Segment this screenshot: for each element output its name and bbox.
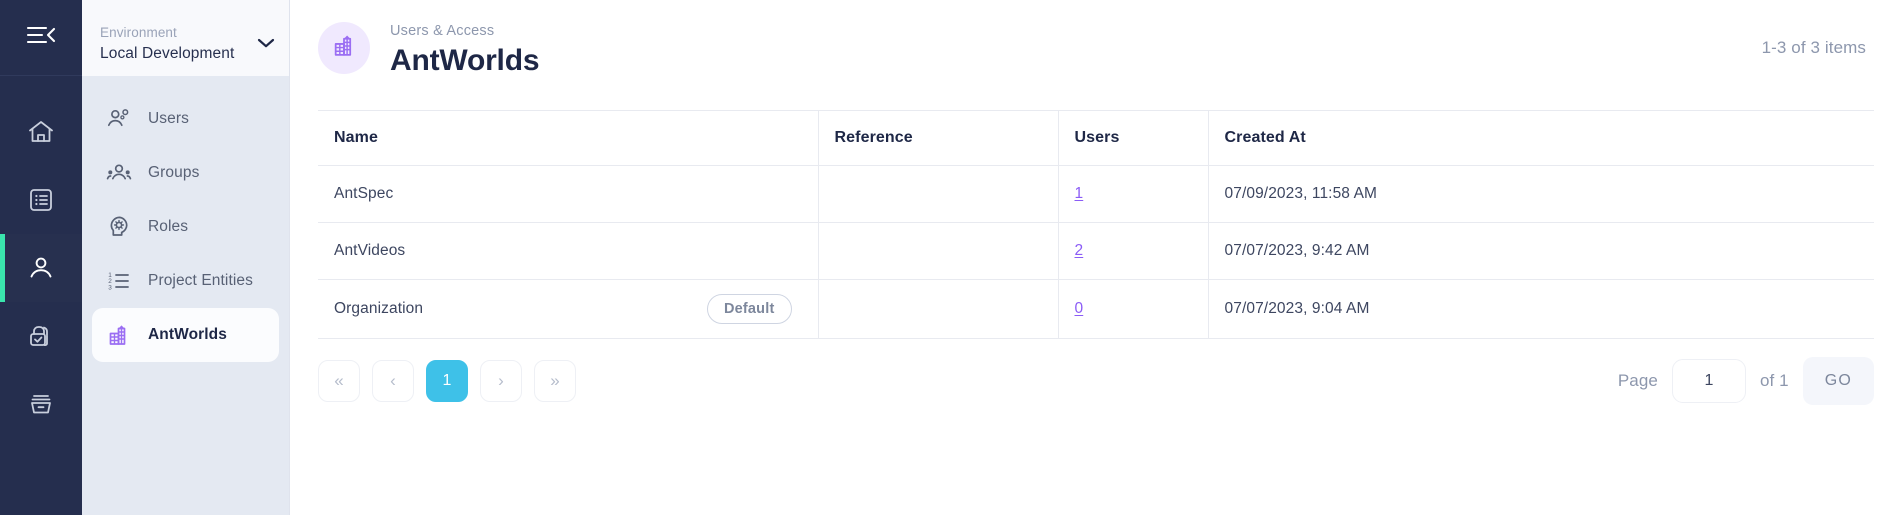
lock-check-icon [27, 322, 55, 350]
numbered-list-icon: 1 2 3 [106, 268, 132, 294]
cell-created-at: 07/07/2023, 9:04 AM [1208, 279, 1874, 339]
column-header-reference[interactable]: Reference [818, 110, 1059, 166]
rail-item-catalog[interactable] [0, 166, 82, 234]
cell-created-at: 07/09/2023, 11:58 AM [1208, 165, 1874, 223]
cell-users: 2 [1058, 222, 1209, 280]
cell-created-at: 07/07/2023, 9:42 AM [1208, 222, 1874, 280]
rail-item-home[interactable] [0, 98, 82, 166]
column-header-created-at[interactable]: Created At [1208, 110, 1874, 166]
cell-users: 1 [1058, 165, 1209, 223]
item-count: 1-3 of 3 items [1761, 38, 1866, 57]
sidebar-item-groups[interactable]: Groups [92, 146, 279, 200]
sidebar-item-label: Roles [148, 218, 189, 235]
building-icon [331, 32, 358, 64]
table-row[interactable]: AntSpec 1 07/09/2023, 11:58 AM [318, 165, 1874, 223]
collapse-menu-icon [26, 24, 56, 51]
rail-item-users[interactable] [0, 234, 82, 302]
svg-text:3: 3 [108, 284, 112, 291]
user-icon [27, 254, 55, 282]
page-button-1[interactable]: 1 [426, 360, 468, 402]
breadcrumb: Users & Access [390, 23, 495, 39]
main-content: Users & Access AntWorlds 1-3 of 3 items … [290, 0, 1902, 515]
sidebar-nav: Users Groups Roles 1 2 3 Project Entitie… [82, 76, 289, 362]
building-icon [106, 322, 132, 348]
cell-name: AntVideos [318, 222, 819, 280]
archive-icon [27, 390, 55, 418]
total-pages-label: of 1 [1759, 371, 1789, 390]
users-count-link[interactable]: 2 [1075, 242, 1084, 259]
entity-name: Organization [334, 300, 424, 317]
sidebar-item-label: Users [148, 110, 189, 127]
head-gear-icon [106, 214, 132, 240]
users-count-link[interactable]: 1 [1075, 185, 1084, 202]
first-page-button[interactable]: « [318, 360, 360, 402]
environment-value: Local Development [100, 44, 235, 62]
sidebar-item-project-entities[interactable]: 1 2 3 Project Entities [92, 254, 279, 308]
collapse-menu-button[interactable] [0, 0, 82, 76]
cell-users: 0 [1058, 279, 1209, 339]
cell-reference [818, 222, 1059, 280]
cell-reference [818, 165, 1059, 223]
users-count-link[interactable]: 0 [1075, 300, 1084, 317]
cell-name: AntSpec [318, 165, 819, 223]
user-gear-icon [106, 106, 132, 132]
sidebar-item-users[interactable]: Users [92, 92, 279, 146]
rail-item-security[interactable] [0, 302, 82, 370]
entity-name: AntSpec [334, 185, 394, 202]
table-header-row: Name Reference Users Created At [318, 110, 1874, 166]
chevron-down-icon [257, 36, 275, 54]
page-number-input[interactable] [1671, 359, 1746, 403]
sidebar-item-label: Project Entities [148, 272, 253, 289]
sidebar-item-label: AntWorlds [148, 326, 227, 343]
app-root: Environment Local Development Users Grou… [0, 0, 1902, 515]
previous-page-button[interactable]: ‹ [372, 360, 414, 402]
status-badge: Default [706, 294, 792, 324]
list-icon [27, 186, 55, 214]
page-header: Users & Access AntWorlds 1-3 of 3 items [318, 0, 1874, 100]
last-page-button[interactable]: » [534, 360, 576, 402]
rail-spacer [0, 76, 82, 98]
page-title: AntWorlds [390, 44, 540, 78]
page-label: Page [1617, 371, 1658, 390]
next-page-button[interactable]: › [480, 360, 522, 402]
sidebar-item-antworlds[interactable]: AntWorlds [92, 308, 279, 362]
page-icon-badge [318, 22, 370, 74]
page-title-block: Users & Access AntWorlds [390, 18, 540, 80]
environment-selector[interactable]: Environment Local Development [82, 0, 289, 76]
pagination: « ‹ 1 › » Page of 1 GO [318, 339, 1874, 405]
sidebar-item-roles[interactable]: Roles [92, 200, 279, 254]
column-header-users[interactable]: Users [1058, 110, 1209, 166]
sidebar-item-label: Groups [148, 164, 200, 181]
entities-table: Name Reference Users Created At AntSpec [318, 110, 1874, 339]
column-header-name[interactable]: Name [318, 110, 819, 166]
icon-rail [0, 0, 82, 515]
sidebar: Environment Local Development Users Grou… [82, 0, 290, 515]
cell-name: Organization Default [318, 279, 819, 339]
group-icon [106, 160, 132, 186]
table-row[interactable]: Organization Default 0 07/07/2023, 9:04 … [318, 279, 1874, 339]
page-jump-controls: Page of 1 GO [1618, 357, 1874, 405]
home-icon [27, 118, 55, 146]
entity-name: AntVideos [334, 242, 406, 259]
table-row[interactable]: AntVideos 2 07/07/2023, 9:42 AM [318, 222, 1874, 280]
environment-label: Environment [100, 24, 177, 40]
cell-reference [818, 279, 1059, 339]
go-button[interactable]: GO [1802, 357, 1874, 405]
rail-item-archive[interactable] [0, 370, 82, 438]
